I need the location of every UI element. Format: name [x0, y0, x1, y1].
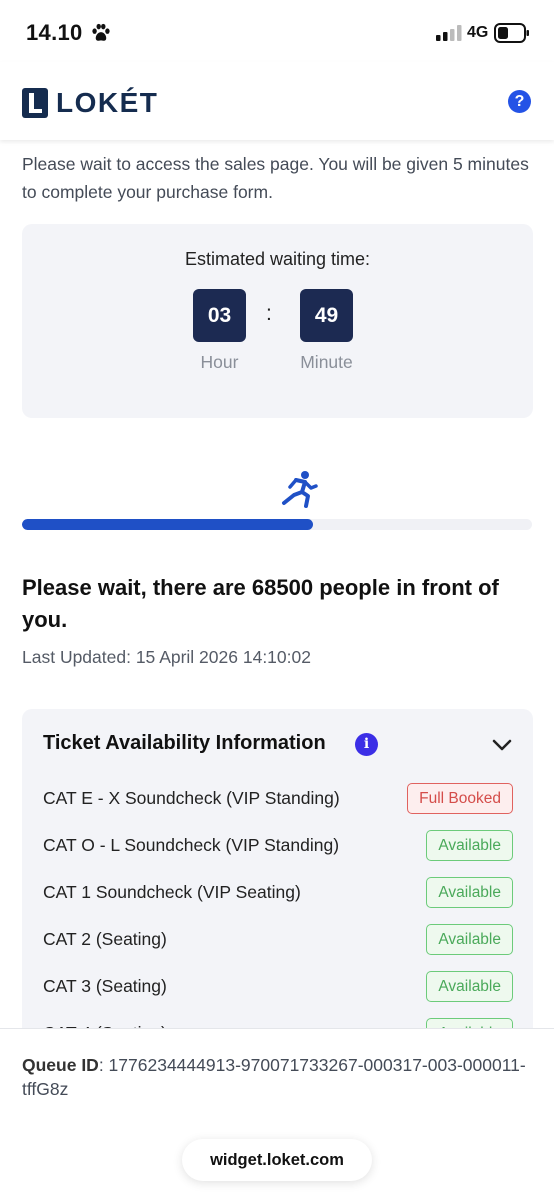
- help-icon[interactable]: ?: [508, 90, 531, 113]
- ticket-row: CAT 3 (Seating) Available: [43, 971, 513, 1003]
- status-badge: Available: [426, 830, 513, 861]
- status-badge: Full Booked: [407, 783, 513, 814]
- waiting-time-label: Estimated waiting time:: [184, 249, 371, 269]
- ticket-name: CAT 3 (Seating): [43, 976, 167, 996]
- status-badge: Available: [426, 924, 513, 955]
- chevron-down-icon[interactable]: [490, 735, 514, 755]
- brand-logo-text: LOKÉT: [56, 87, 159, 118]
- ticket-row: CAT E - X Soundcheck (VIP Standing) Full…: [43, 783, 513, 815]
- ticket-availability-title: Ticket Availability Information: [43, 732, 326, 754]
- last-updated-text: Last Updated: 15 April 2026 14:10:02: [22, 647, 311, 667]
- ticket-name: CAT 2 (Seating): [43, 929, 167, 949]
- intro-text: Please wait to access the sales page. Yo…: [22, 154, 529, 202]
- network-label: 4G: [467, 24, 489, 41]
- waiting-time-card: Estimated waiting time: 03 : 49 Hour Min…: [22, 224, 533, 418]
- time-separator: :: [266, 302, 272, 325]
- status-time: 14.10: [26, 20, 83, 45]
- queue-id-label: Queue ID: [22, 1055, 99, 1075]
- ticket-row: CAT 1 Soundcheck (VIP Seating) Available: [43, 877, 513, 909]
- status-badge: Available: [426, 877, 513, 908]
- queue-progress-bar: [22, 519, 532, 530]
- ticket-availability-panel: Ticket Availability Information i CAT E …: [22, 709, 533, 1039]
- queue-id-text: Queue ID: 1776234444913-970071733267-000…: [22, 1053, 532, 1101]
- queue-position-message: Please wait, there are 68500 people in f…: [22, 575, 499, 632]
- runner-icon: [282, 471, 318, 508]
- hours-display: 03: [193, 289, 246, 342]
- minutes-display: 49: [300, 289, 353, 342]
- minute-label: Minute: [300, 352, 353, 372]
- ticket-name: CAT 1 Soundcheck (VIP Seating): [43, 882, 301, 902]
- queue-progress-fill: [22, 519, 313, 530]
- battery-icon: [494, 23, 529, 43]
- ticket-name: CAT E - X Soundcheck (VIP Standing): [43, 788, 340, 808]
- info-icon[interactable]: i: [355, 733, 378, 756]
- browser-url-pill[interactable]: widget.loket.com: [182, 1139, 372, 1181]
- paw-icon: [92, 23, 110, 41]
- queue-footer: Queue ID: 1776234444913-970071733267-000…: [0, 1028, 554, 1199]
- status-badge: Available: [426, 971, 513, 1002]
- signal-icon: [436, 25, 462, 41]
- app-header: LOKÉT ?: [0, 62, 554, 140]
- ticket-row: CAT 2 (Seating) Available: [43, 924, 513, 956]
- loket-logo-icon: [22, 88, 48, 118]
- ticket-name: CAT O - L Soundcheck (VIP Standing): [43, 835, 340, 855]
- hour-label: Hour: [200, 352, 239, 372]
- status-bar: 14.10 4G: [0, 0, 554, 62]
- ticket-row: CAT O - L Soundcheck (VIP Standing) Avai…: [43, 830, 513, 862]
